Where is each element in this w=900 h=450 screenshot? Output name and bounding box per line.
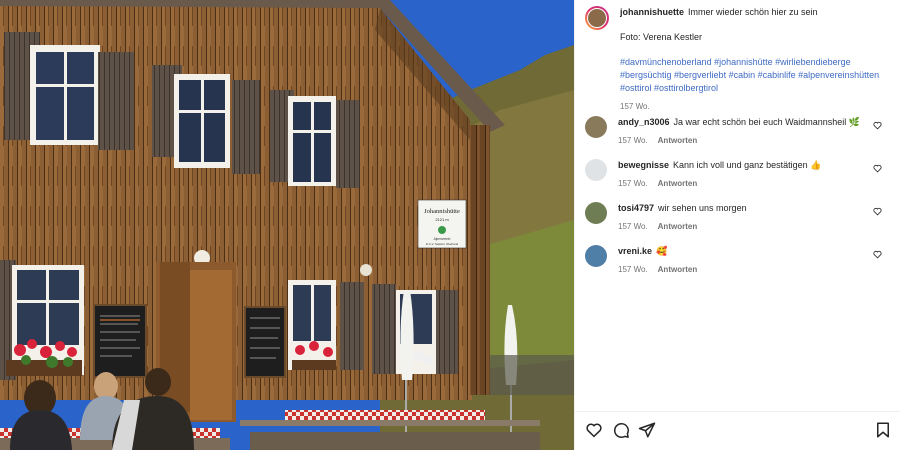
- comment-text: Ja war echt schön bei euch Waidmannsheil…: [673, 117, 860, 127]
- caption: johannishuette Immer wieder schön hier zu…: [585, 6, 890, 112]
- comment-text: wir sehen uns morgen: [658, 203, 747, 213]
- hut-sign: Johannishütte 2121 m Alpenverein D.A.V. …: [417, 199, 467, 249]
- comment-age[interactable]: 157 Wo.: [618, 222, 648, 231]
- photo-credit: Foto: Verena Kestler: [620, 32, 703, 42]
- comment-item: andy_n3006 Ja war echt schön bei euch Wai…: [585, 116, 890, 146]
- sign-line2: D.A.V. Sektion Oberland: [426, 242, 459, 246]
- comment-username[interactable]: bewegnisse: [618, 160, 669, 170]
- comment-age[interactable]: 157 Wo.: [618, 265, 648, 274]
- author-avatar[interactable]: [585, 6, 609, 30]
- comment-username[interactable]: vreni.ke: [618, 246, 652, 256]
- sign-line1: Alpenverein: [434, 237, 451, 241]
- comment-age[interactable]: 157 Wo.: [618, 136, 648, 145]
- comment-icon[interactable]: [612, 421, 630, 439]
- post-photo[interactable]: Johannishütte 2121 m Alpenverein D.A.V. …: [0, 0, 574, 450]
- instagram-post: Johannishütte 2121 m Alpenverein D.A.V. …: [0, 0, 900, 450]
- reply-button[interactable]: Antworten: [658, 222, 698, 231]
- share-icon[interactable]: [638, 421, 656, 439]
- comments-panel: johannishuette Immer wieder schön hier zu…: [574, 0, 900, 450]
- reply-button[interactable]: Antworten: [658, 265, 698, 274]
- heart-icon[interactable]: [873, 164, 882, 173]
- comment-item: bewegnisse Kann ich voll und ganz bestäti…: [585, 159, 890, 189]
- commenter-avatar[interactable]: [585, 159, 607, 181]
- caption-age[interactable]: 157 Wo.: [620, 102, 650, 111]
- commenter-avatar[interactable]: [585, 202, 607, 224]
- commenter-avatar[interactable]: [585, 116, 607, 138]
- bookmark-icon[interactable]: [874, 421, 892, 439]
- hashtags[interactable]: #davmünchenoberland #johannishütte #wirl…: [620, 56, 890, 95]
- comment-item: vreni.ke 🥰 157 Wo. Antworten: [585, 245, 890, 275]
- comment-age[interactable]: 157 Wo.: [618, 179, 648, 188]
- reply-button[interactable]: Antworten: [658, 179, 698, 188]
- comment-item: tosi4797 wir sehen uns morgen 157 Wo. Antw…: [585, 202, 890, 232]
- heart-icon[interactable]: [873, 121, 882, 130]
- comment-text: 🥰: [656, 246, 668, 256]
- caption-text: Immer wieder schön hier zu sein: [688, 7, 818, 17]
- action-bar: [575, 411, 900, 450]
- commenter-avatar[interactable]: [585, 245, 607, 267]
- caption-username[interactable]: johannishuette: [620, 7, 684, 17]
- comment-username[interactable]: andy_n3006: [618, 117, 670, 127]
- heart-icon[interactable]: [873, 250, 882, 259]
- reply-button[interactable]: Antworten: [658, 136, 698, 145]
- heart-icon[interactable]: [873, 207, 882, 216]
- like-heart-icon[interactable]: [585, 421, 603, 439]
- sign-title: Johannishütte: [424, 208, 460, 215]
- comment-username[interactable]: tosi4797: [618, 203, 654, 213]
- sign-subtitle: 2121 m: [435, 217, 449, 222]
- photo-scene: Johannishütte 2121 m Alpenverein D.A.V. …: [0, 0, 574, 450]
- comment-text: Kann ich voll und ganz bestätigen 👍: [673, 160, 822, 170]
